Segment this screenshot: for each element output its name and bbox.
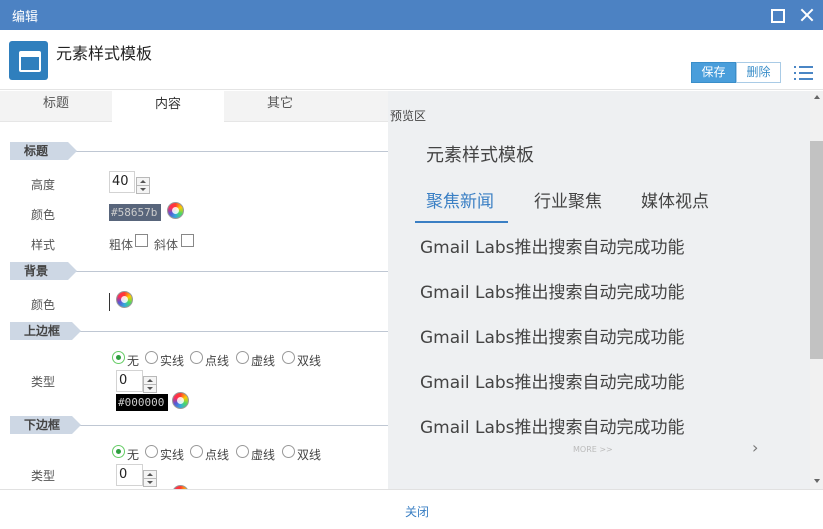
top-border-radio-dotted[interactable] xyxy=(190,351,203,364)
title-height-stepper[interactable] xyxy=(136,177,150,194)
bottom-border-radio-solid[interactable] xyxy=(145,445,158,458)
style-label: 样式 xyxy=(31,238,56,252)
top-border-color-swatch[interactable]: #000000 xyxy=(116,394,168,411)
scroll-up-icon[interactable] xyxy=(814,95,820,99)
tab-content[interactable]: 内容 xyxy=(112,91,224,123)
editor-window: 编辑 元素样式模板 保存 删除 标题 内容 其它 标题 高度 40 颜色 #58… xyxy=(0,0,823,529)
radio-label: 实线 xyxy=(160,354,185,368)
preview-title: 元素样式模板 xyxy=(426,145,534,166)
top-border-radio-solid[interactable] xyxy=(145,351,158,364)
preview-news-item[interactable]: Gmail Labs推出搜索自动完成功能 xyxy=(420,278,685,303)
top-border-width-stepper[interactable] xyxy=(143,376,157,393)
color-label: 颜色 xyxy=(31,298,56,312)
preview-panel: 预览区 元素样式模板 聚焦新闻 行业聚焦 媒体视点 Gmail Labs推出搜索… xyxy=(388,91,823,489)
section-top-border-tag: 上边框 xyxy=(10,322,81,340)
active-tab-underline xyxy=(415,221,508,223)
maximize-icon[interactable] xyxy=(768,6,786,24)
section-title-tag: 标题 xyxy=(10,142,77,160)
page-title: 元素样式模板 xyxy=(56,44,153,63)
top-border-radio-dashed[interactable] xyxy=(236,351,249,364)
close-icon[interactable] xyxy=(798,6,816,24)
preview-tab-industry[interactable]: 行业聚焦 xyxy=(534,187,602,212)
title-height-input[interactable]: 40 xyxy=(109,171,135,193)
radio-label: 点线 xyxy=(205,448,230,462)
radio-label: 虚线 xyxy=(251,448,276,462)
list-menu-icon[interactable] xyxy=(794,65,814,81)
window-template-icon xyxy=(9,41,48,80)
preview-news-item[interactable]: Gmail Labs推出搜索自动完成功能 xyxy=(420,413,685,438)
bottom-border-radio-none[interactable] xyxy=(112,445,125,458)
window-title: 编辑 xyxy=(12,10,39,25)
section-bottom-border-tag: 下边框 xyxy=(10,416,81,434)
radio-label: 双线 xyxy=(297,448,322,462)
preview-more-link[interactable]: MORE >> xyxy=(573,445,613,454)
top-border-radio-double[interactable] xyxy=(282,351,295,364)
scroll-down-icon[interactable] xyxy=(814,479,820,483)
radio-label: 无 xyxy=(127,448,140,462)
title-bar: 编辑 xyxy=(0,0,823,30)
color-picker-icon[interactable] xyxy=(167,202,184,219)
preview-label: 预览区 xyxy=(390,109,427,123)
bottom-border-width-stepper[interactable] xyxy=(143,470,157,487)
bottom-border-radio-dotted[interactable] xyxy=(190,445,203,458)
preview-news-item[interactable]: Gmail Labs推出搜索自动完成功能 xyxy=(420,233,685,258)
save-button[interactable]: 保存 xyxy=(691,62,736,83)
bottom-border-width-input[interactable]: 0 xyxy=(116,464,143,486)
scrollbar-thumb[interactable] xyxy=(810,141,823,359)
tab-other[interactable]: 其它 xyxy=(224,91,336,122)
settings-panel: 标题 内容 其它 标题 高度 40 颜色 #58657b 样式 粗体 斜体 背景… xyxy=(0,91,388,489)
title-color-swatch[interactable]: #58657b xyxy=(109,204,161,221)
type-label: 类型 xyxy=(31,469,56,483)
editor-header: 元素样式模板 保存 删除 xyxy=(0,30,823,90)
preview-tab-focus-news[interactable]: 聚焦新闻 xyxy=(426,187,494,212)
radio-label: 虚线 xyxy=(251,354,276,368)
tab-title[interactable]: 标题 xyxy=(0,91,112,122)
settings-tabs: 标题 内容 其它 xyxy=(0,91,388,123)
color-picker-icon[interactable] xyxy=(172,392,189,409)
delete-button[interactable]: 删除 xyxy=(736,62,781,83)
preview-news-item[interactable]: Gmail Labs推出搜索自动完成功能 xyxy=(420,368,685,393)
preview-tab-media[interactable]: 媒体视点 xyxy=(641,187,709,212)
background-color-input[interactable] xyxy=(109,293,110,311)
dialog-footer: 关闭 xyxy=(0,489,823,529)
bottom-border-radio-double[interactable] xyxy=(282,445,295,458)
bottom-border-radio-dashed[interactable] xyxy=(236,445,249,458)
radio-label: 无 xyxy=(127,354,140,368)
radio-label: 实线 xyxy=(160,448,185,462)
italic-checkbox[interactable] xyxy=(181,234,194,247)
bold-checkbox[interactable] xyxy=(135,234,148,247)
close-button[interactable]: 关闭 xyxy=(405,503,429,520)
section-background-tag: 背景 xyxy=(10,262,77,280)
italic-label: 斜体 xyxy=(154,238,179,252)
preview-news-item[interactable]: Gmail Labs推出搜索自动完成功能 xyxy=(420,323,685,348)
color-picker-icon[interactable] xyxy=(116,291,133,308)
radio-label: 点线 xyxy=(205,354,230,368)
top-border-radio-none[interactable] xyxy=(112,351,125,364)
radio-label: 双线 xyxy=(297,354,322,368)
height-label: 高度 xyxy=(31,178,56,192)
bold-label: 粗体 xyxy=(109,238,134,252)
chevron-right-icon[interactable]: › xyxy=(752,438,758,457)
color-label: 颜色 xyxy=(31,208,56,222)
top-border-width-input[interactable]: 0 xyxy=(116,370,143,392)
type-label: 类型 xyxy=(31,375,56,389)
